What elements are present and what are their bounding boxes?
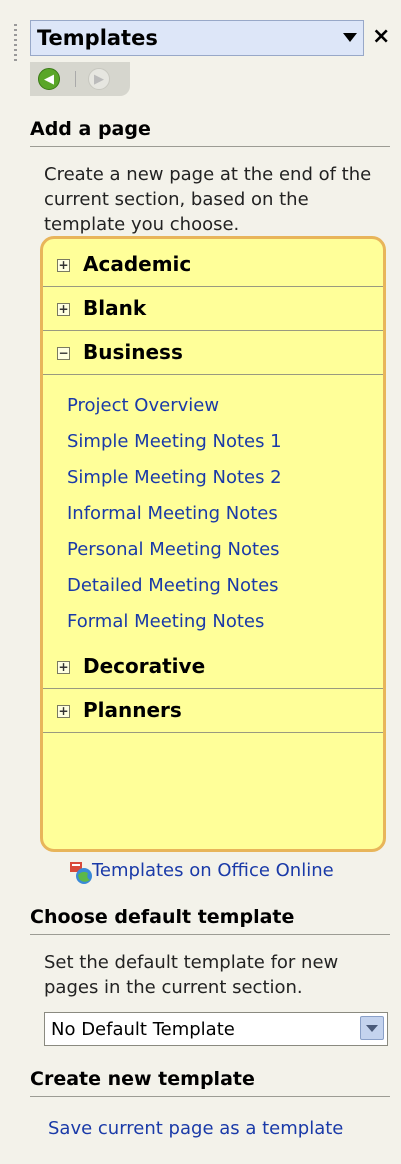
category-business[interactable]: − Business — [43, 331, 383, 375]
template-simple-meeting-notes-1[interactable]: Simple Meeting Notes 1 — [67, 431, 282, 452]
forward-icon[interactable]: ▶ — [88, 68, 110, 90]
pane-title-menu[interactable]: Templates — [30, 20, 364, 56]
office-online-link[interactable]: Templates on Office Online — [92, 860, 334, 881]
default-template-heading: Choose default template — [30, 906, 390, 935]
template-detailed-meeting-notes[interactable]: Detailed Meeting Notes — [67, 575, 279, 596]
back-icon[interactable]: ◀ — [38, 68, 60, 90]
collapse-icon[interactable]: − — [57, 347, 70, 360]
category-academic[interactable]: + Academic — [43, 243, 383, 287]
add-page-heading: Add a page — [30, 118, 390, 147]
template-informal-meeting-notes[interactable]: Informal Meeting Notes — [67, 503, 278, 524]
save-as-template-link[interactable]: Save current page as a template — [48, 1118, 343, 1139]
category-label: Planners — [83, 698, 182, 722]
expand-icon[interactable]: + — [57, 705, 70, 718]
office-online-icon — [70, 862, 92, 884]
category-label: Blank — [83, 296, 147, 320]
nav-toolbar: ◀ ▶ — [30, 62, 130, 96]
expand-icon[interactable]: + — [57, 661, 70, 674]
pane-title: Templates — [37, 26, 158, 50]
category-blank[interactable]: + Blank — [43, 287, 383, 331]
category-label: Decorative — [83, 654, 206, 678]
template-project-overview[interactable]: Project Overview — [67, 395, 219, 416]
template-gallery: + Academic + Blank − Business Project Ov… — [40, 236, 386, 852]
expand-icon[interactable]: + — [57, 303, 70, 316]
default-template-description: Set the default template for new pages i… — [44, 952, 339, 998]
category-label: Business — [83, 340, 183, 364]
create-template-heading: Create new template — [30, 1068, 390, 1097]
dropdown-arrow-icon[interactable] — [360, 1016, 384, 1040]
template-formal-meeting-notes[interactable]: Formal Meeting Notes — [67, 611, 264, 632]
category-label: Academic — [83, 252, 192, 276]
pane-grip-handle[interactable] — [14, 24, 17, 64]
add-page-description: Create a new page at the end of the curr… — [44, 164, 372, 235]
templates-task-pane: Templates × ◀ ▶ Add a page Create a new … — [0, 0, 401, 1164]
chevron-down-icon[interactable] — [343, 33, 357, 42]
template-personal-meeting-notes[interactable]: Personal Meeting Notes — [67, 539, 280, 560]
template-simple-meeting-notes-2[interactable]: Simple Meeting Notes 2 — [67, 467, 282, 488]
default-template-value: No Default Template — [51, 1019, 235, 1040]
close-icon[interactable]: × — [372, 24, 390, 49]
category-decorative[interactable]: + Decorative — [43, 645, 383, 689]
category-planners[interactable]: + Planners — [43, 689, 383, 733]
expand-icon[interactable]: + — [57, 259, 70, 272]
default-template-select[interactable]: No Default Template — [44, 1012, 388, 1046]
nav-separator — [75, 71, 76, 87]
